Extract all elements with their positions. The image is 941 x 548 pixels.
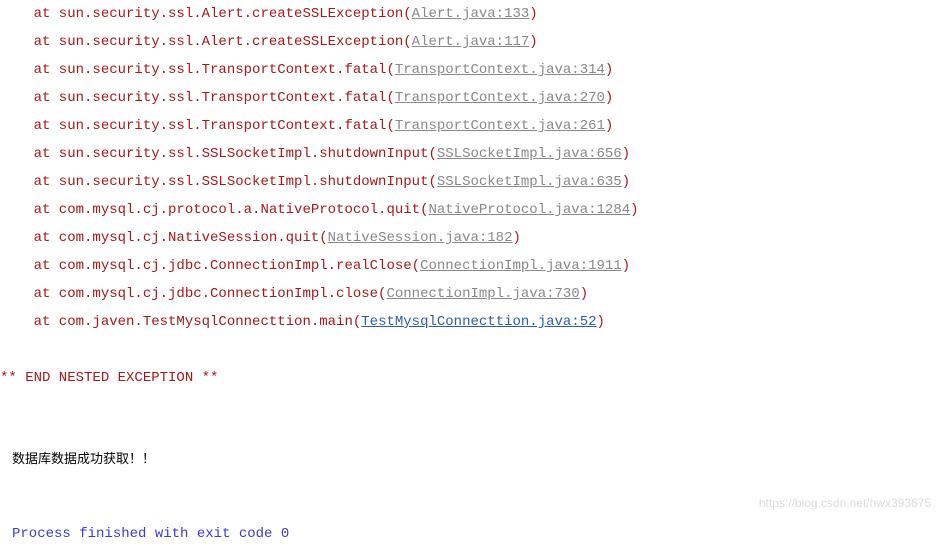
stack-frame-close: ) xyxy=(580,286,588,302)
end-nested-exception: ** END NESTED EXCEPTION ** xyxy=(0,364,941,392)
stack-frame-close: ) xyxy=(529,6,537,22)
process-exit-line: Process finished with exit code 0 xyxy=(12,520,941,548)
stack-frame: at sun.security.ssl.SSLSocketImpl.shutdo… xyxy=(0,140,941,168)
source-file-link[interactable]: Alert.java:117 xyxy=(412,34,530,50)
stack-frame-method: at sun.security.ssl.SSLSocketImpl.shutdo… xyxy=(0,146,437,162)
stack-frame-close: ) xyxy=(597,314,605,330)
stack-frame: at sun.security.ssl.TransportContext.fat… xyxy=(0,84,941,112)
stack-frame-method: at com.mysql.cj.jdbc.ConnectionImpl.real… xyxy=(0,258,420,274)
stack-frame: at sun.security.ssl.TransportContext.fat… xyxy=(0,56,941,84)
stack-frame-method: at sun.security.ssl.TransportContext.fat… xyxy=(0,118,395,134)
stack-frame-close: ) xyxy=(513,230,521,246)
stack-frame-close: ) xyxy=(622,146,630,162)
stack-frame-close: ) xyxy=(622,174,630,190)
source-file-link[interactable]: NativeProtocol.java:1284 xyxy=(428,202,630,218)
source-file-link[interactable]: TransportContext.java:314 xyxy=(395,62,605,78)
stack-frame-close: ) xyxy=(622,258,630,274)
source-file-link[interactable]: TestMysqlConnecttion.java:52 xyxy=(361,314,596,330)
stack-frame-method: at sun.security.ssl.Alert.createSSLExcep… xyxy=(0,6,412,22)
source-file-link[interactable]: TransportContext.java:261 xyxy=(395,118,605,134)
stack-frame: at sun.security.ssl.SSLSocketImpl.shutdo… xyxy=(0,168,941,196)
stack-trace: at sun.security.ssl.Alert.createSSLExcep… xyxy=(0,0,941,336)
stack-frame-method: at com.javen.TestMysqlConnecttion.main( xyxy=(0,314,361,330)
source-file-link[interactable]: SSLSocketImpl.java:656 xyxy=(437,146,622,162)
stack-frame: at com.mysql.cj.jdbc.ConnectionImpl.clos… xyxy=(0,280,941,308)
stack-frame: at sun.security.ssl.Alert.createSSLExcep… xyxy=(0,28,941,56)
watermark: https://blog.csdn.net/hwx393675 xyxy=(759,491,931,515)
success-message: 数据库数据成功获取！！ xyxy=(12,446,941,472)
stack-frame-close: ) xyxy=(630,202,638,218)
source-file-link[interactable]: Alert.java:133 xyxy=(412,6,530,22)
stack-frame-close: ) xyxy=(605,118,613,134)
stack-frame-method: at com.mysql.cj.protocol.a.NativeProtoco… xyxy=(0,202,428,218)
source-file-link[interactable]: SSLSocketImpl.java:635 xyxy=(437,174,622,190)
source-file-link[interactable]: ConnectionImpl.java:730 xyxy=(386,286,579,302)
stack-frame-method: at sun.security.ssl.TransportContext.fat… xyxy=(0,62,395,78)
source-file-link[interactable]: TransportContext.java:270 xyxy=(395,90,605,106)
stack-frame-close: ) xyxy=(605,62,613,78)
stack-frame: at com.javen.TestMysqlConnecttion.main(T… xyxy=(0,308,941,336)
stack-frame-method: at sun.security.ssl.TransportContext.fat… xyxy=(0,90,395,106)
stack-frame: at com.mysql.cj.NativeSession.quit(Nativ… xyxy=(0,224,941,252)
stack-frame-close: ) xyxy=(529,34,537,50)
source-file-link[interactable]: NativeSession.java:182 xyxy=(328,230,513,246)
stack-frame-method: at sun.security.ssl.SSLSocketImpl.shutdo… xyxy=(0,174,437,190)
stack-frame: at com.mysql.cj.protocol.a.NativeProtoco… xyxy=(0,196,941,224)
stack-frame-method: at com.mysql.cj.jdbc.ConnectionImpl.clos… xyxy=(0,286,386,302)
stack-frame: at sun.security.ssl.Alert.createSSLExcep… xyxy=(0,0,941,28)
stack-frame: at com.mysql.cj.jdbc.ConnectionImpl.real… xyxy=(0,252,941,280)
stack-frame: at sun.security.ssl.TransportContext.fat… xyxy=(0,112,941,140)
stack-frame-close: ) xyxy=(605,90,613,106)
stack-frame-method: at com.mysql.cj.NativeSession.quit( xyxy=(0,230,328,246)
stack-frame-method: at sun.security.ssl.Alert.createSSLExcep… xyxy=(0,34,412,50)
source-file-link[interactable]: ConnectionImpl.java:1911 xyxy=(420,258,622,274)
